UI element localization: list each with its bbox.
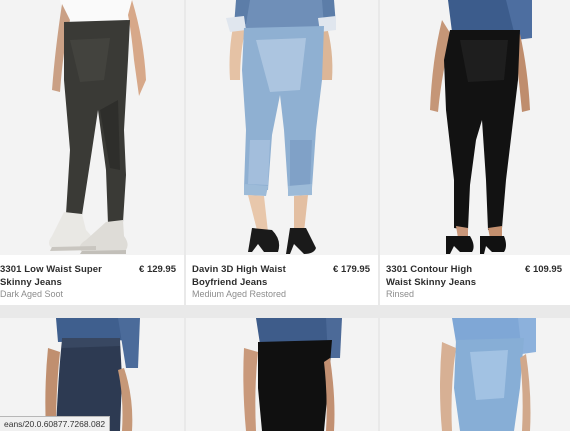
product-image-black-jeans[interactable]	[186, 318, 378, 431]
product-card[interactable]	[186, 318, 378, 431]
product-price: € 129.95	[139, 264, 176, 275]
product-card[interactable]	[0, 318, 184, 431]
product-card[interactable]: Davin 3D High Waist Boyfriend Jeans € 17…	[186, 0, 378, 305]
product-color: Medium Aged Restored	[192, 289, 287, 299]
product-title[interactable]: 3301 Contour High Waist Skinny Jeans	[386, 263, 476, 289]
browser-status-bar: eans/20.0.60877.7268.082	[0, 416, 111, 431]
product-image-dark-navy-jeans[interactable]	[0, 318, 184, 431]
product-title[interactable]: Davin 3D High Waist Boyfriend Jeans	[192, 263, 286, 289]
product-card[interactable]: 3301 Low Waist Super Skinny Jeans € 129.…	[0, 0, 184, 305]
product-image-black-skinny[interactable]	[380, 0, 570, 255]
product-image-dark-grey-skinny[interactable]	[0, 0, 184, 255]
product-title-line1[interactable]: 3301 Contour High	[386, 263, 476, 276]
product-info: 3301 Contour High Waist Skinny Jeans € 1…	[380, 255, 570, 305]
product-info: 3301 Low Waist Super Skinny Jeans € 129.…	[0, 255, 184, 305]
product-price: € 109.95	[525, 264, 562, 275]
product-info: Davin 3D High Waist Boyfriend Jeans € 17…	[186, 255, 378, 305]
product-color: Rinsed	[386, 289, 415, 299]
product-price: € 179.95	[333, 264, 370, 275]
product-title-line1[interactable]: Davin 3D High Waist	[192, 263, 286, 276]
product-card[interactable]: 3301 Contour High Waist Skinny Jeans € 1…	[380, 0, 570, 305]
product-title[interactable]: 3301 Low Waist Super Skinny Jeans	[0, 263, 102, 289]
product-color: Dark Aged Soot	[0, 289, 64, 299]
product-grid: 3301 Low Waist Super Skinny Jeans € 129.…	[0, 0, 570, 431]
product-title-line1[interactable]: 3301 Low Waist Super	[0, 263, 102, 276]
product-card[interactable]	[380, 318, 570, 431]
product-image-light-blue-jeans[interactable]	[380, 318, 570, 431]
product-image-light-blue-boyfriend[interactable]	[186, 0, 378, 255]
